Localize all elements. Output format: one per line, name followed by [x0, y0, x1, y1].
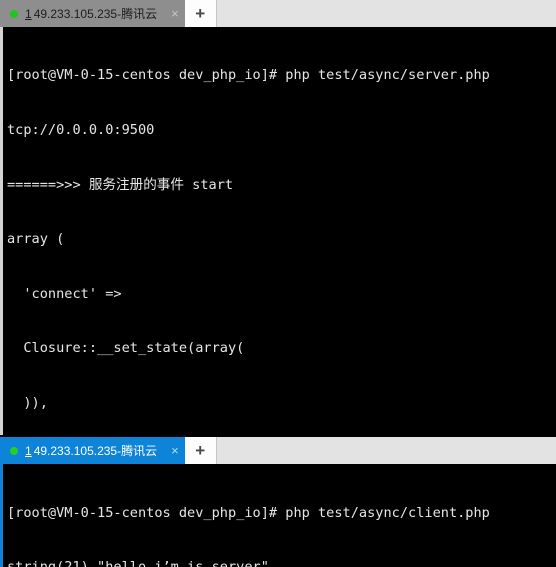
terminal-output-bottom[interactable]: [root@VM-0-15-centos dev_php_io]# php te…: [0, 464, 556, 567]
tab-bar-bottom: 1 49.233.105.235-腾讯云 × +: [0, 437, 556, 465]
close-icon[interactable]: ×: [171, 7, 179, 20]
connection-status-dot-icon: [10, 446, 18, 455]
new-tab-button[interactable]: +: [184, 437, 217, 465]
close-icon[interactable]: ×: [171, 444, 179, 457]
terminal-line: 'connect' =>: [7, 285, 130, 302]
tab-bar-top: 1 49.233.105.235-腾讯云 × +: [0, 0, 556, 27]
terminal-line: )),: [7, 395, 48, 412]
terminal-line: array (: [7, 231, 65, 248]
terminal-line: Closure::__set_state(array(: [7, 340, 245, 357]
tab-session-1-bottom[interactable]: 1 49.233.105.235-腾讯云 ×: [0, 437, 185, 465]
terminal-line: [root@VM-0-15-centos dev_php_io]# php te…: [7, 504, 490, 521]
tab-title-label: 49.233.105.235-腾讯云: [33, 7, 158, 21]
tab-index-label: 1: [25, 443, 32, 458]
tab-index-label: 1: [25, 6, 32, 21]
new-tab-button[interactable]: +: [184, 0, 217, 27]
terminal-line: tcp://0.0.0.0:9500: [7, 122, 155, 139]
terminal-window-top: 1 49.233.105.235-腾讯云 × + [root@VM-0-15-c…: [0, 0, 556, 436]
terminal-line: [root@VM-0-15-centos dev_php_io]# php te…: [7, 67, 490, 84]
terminal-app-window: 1 49.233.105.235-腾讯云 × + [root@VM-0-15-c…: [0, 0, 556, 567]
connection-status-dot-icon: [10, 9, 18, 18]
terminal-window-bottom: 1 49.233.105.235-腾讯云 × + [root@VM-0-15-c…: [0, 437, 556, 567]
terminal-output-top[interactable]: [root@VM-0-15-centos dev_php_io]# php te…: [0, 27, 556, 436]
tab-title-label: 49.233.105.235-腾讯云: [33, 444, 158, 459]
tab-session-1-top[interactable]: 1 49.233.105.235-腾讯云 ×: [0, 0, 185, 27]
terminal-line: string(21) "hello i’m is server": [7, 558, 556, 567]
terminal-line: ======>>> 服务注册的事件 start: [7, 176, 234, 193]
